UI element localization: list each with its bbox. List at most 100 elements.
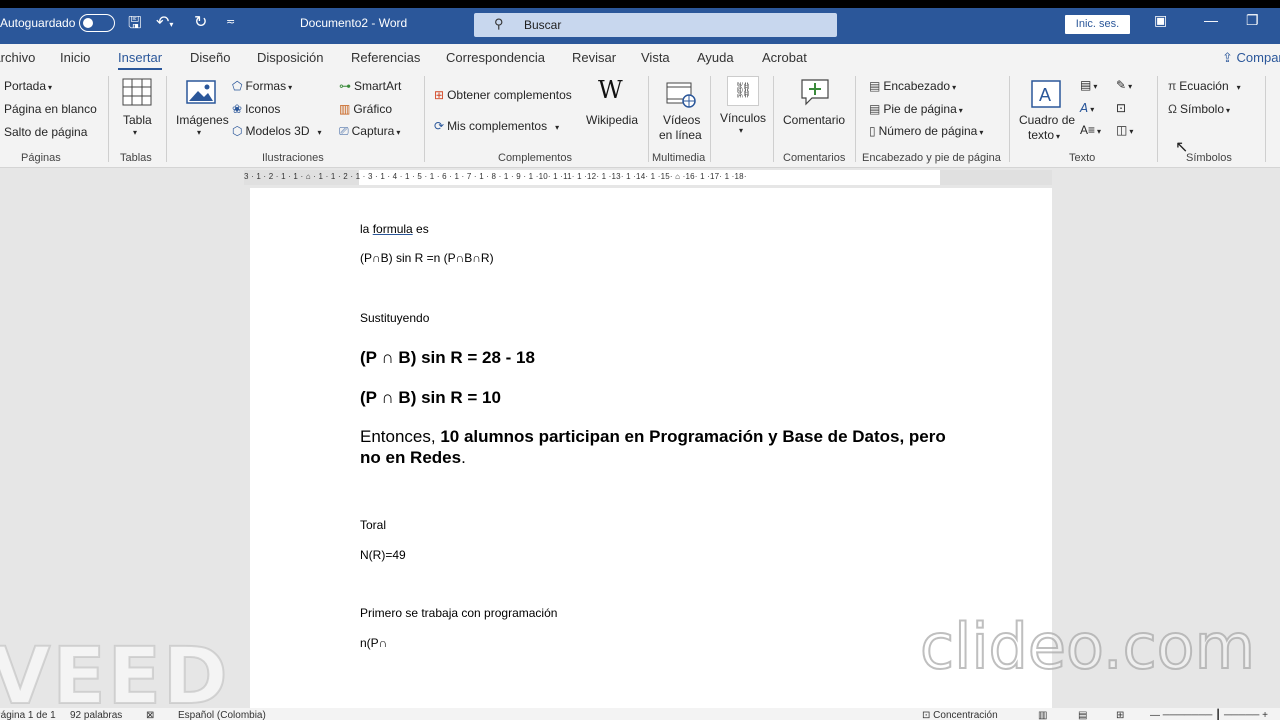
header-icon: ▤ [869,79,881,93]
share-button[interactable]: ⇪ Compartir [1222,50,1280,66]
icons-icon: ❀ [232,102,243,116]
imagenes-caret-icon[interactable]: ▾ [197,128,201,137]
textbox-icon: A [1031,80,1061,108]
tab-disposicion[interactable]: Disposición [257,50,323,65]
svg-text:A: A [1039,85,1051,105]
modelos-3d-button[interactable]: ⬡ Modelos 3D ▾ [232,124,322,138]
group-separator [855,76,856,162]
ribbon-display-icon[interactable]: ▣ [1154,12,1167,29]
customize-qat-icon[interactable]: ≂ [226,15,235,28]
title-bar: Autoguardado 🖫 ↶▾ ↻ ≂ Documento2 - Word … [0,0,1280,44]
tab-vista[interactable]: Vista [641,50,670,65]
salto-de-pagina-button[interactable]: Salto de página [4,125,87,139]
save-icon[interactable]: 🖫 [128,12,142,39]
group-separator [773,76,774,162]
focus-button[interactable]: ⊡ Concentración [922,710,998,720]
doc-line-equation-1[interactable]: (P ∩ B) sin R = 28 - 18 [360,348,535,368]
vinculos-button[interactable]: Vínculos [720,111,766,125]
obtener-label: Obtener complementos [447,88,572,102]
numero-label: Número de página [878,124,978,138]
tab-inicio[interactable]: Inicio [60,50,90,65]
doc-line-formula[interactable]: (P∩B) sin R =n (P∩B∩R) [360,251,494,265]
comment-icon [801,79,829,106]
formas-button[interactable]: ⬠ Formas ▾ [232,79,292,93]
undo-icon[interactable]: ↶▾ [156,12,173,32]
print-layout-icon[interactable]: ▤ [1078,710,1087,720]
tab-revisar[interactable]: Revisar [572,50,616,65]
horizontal-ruler[interactable]: 3 · 1 · 2 · 1 · 1 · ⌂ · 1 · 1 · 2 · 1 · … [244,170,1052,185]
imagenes-button[interactable]: Imágenes [176,113,229,127]
clideo-watermark: clideo.com [919,609,1256,684]
doc-line-primero[interactable]: Primero se trabaja con programación [360,606,557,620]
cuadro-texto-label2: texto [1028,128,1055,142]
modelos3d-label: Modelos 3D [245,124,310,138]
minimize-icon[interactable]: — [1204,12,1218,28]
encabezado-button[interactable]: ▤ Encabezado ▾ [869,79,956,93]
object-icon[interactable]: ◫ ▾ [1116,123,1133,137]
doc-text: la [360,222,373,236]
shapes-icon: ⬠ [232,79,243,93]
videos-button-line2[interactable]: en línea [659,128,702,142]
tab-acrobat[interactable]: Acrobat [762,50,807,65]
doc-paragraph-conclusion[interactable]: Entonces, 10 alumnos participan en Progr… [360,426,960,468]
tab-insertar[interactable]: Insertar [118,50,163,71]
comentario-button[interactable]: Comentario [783,113,845,127]
smartart-button[interactable]: ⊶ SmartArt [339,79,401,93]
encabezado-label: Encabezado [883,79,951,93]
footer-icon: ▤ [869,102,881,116]
tab-referencias[interactable]: Referencias [351,50,420,65]
quick-parts-icon[interactable]: ▤ ▾ [1080,78,1097,92]
redo-icon[interactable]: ↻ [194,12,207,32]
grafico-button[interactable]: ▥ Gráfico [339,102,392,116]
mis-label: Mis complementos [447,119,548,133]
share-label: Compartir [1236,50,1280,65]
doc-line-sustituyendo[interactable]: Sustituyendo [360,311,429,325]
iconos-button[interactable]: ❀ Iconos [232,102,280,116]
tab-correspondencia[interactable]: Correspondencia [446,50,545,65]
date-time-icon[interactable]: ⊡ [1116,101,1126,115]
doc-line-equation-2[interactable]: (P ∩ B) sin R = 10 [360,388,501,408]
doc-text: . [461,448,466,467]
signature-line-icon[interactable]: ✎ ▾ [1116,78,1132,92]
top-strip [0,0,1280,8]
doc-line-nr[interactable]: N(R)=49 [360,548,406,562]
tabla-caret-icon[interactable]: ▾ [133,128,137,137]
tab-ayuda[interactable]: Ayuda [697,50,734,65]
read-mode-icon[interactable]: ▥ [1038,710,1047,720]
autosave-toggle[interactable] [79,14,115,32]
doc-line-formula-intro[interactable]: la formula es [360,222,429,236]
group-separator [108,76,109,162]
doc-line-partial[interactable]: n(P∩ [360,636,387,650]
ecuacion-button[interactable]: π Ecuación ▾ [1168,79,1241,93]
simbolo-button[interactable]: Ω Símbolo ▾ [1168,102,1230,116]
mis-complementos-button[interactable]: ⟳ Mis complementos ▾ [434,119,559,133]
pie-de-pagina-button[interactable]: ▤ Pie de página ▾ [869,102,963,116]
restore-icon[interactable]: ❐ [1246,12,1259,29]
iconos-label: Iconos [245,102,281,116]
tab-archivo[interactable]: Archivo [0,50,35,65]
numero-de-pagina-button[interactable]: ▯ Número de página ▾ [869,124,983,138]
web-layout-icon[interactable]: ⊞ [1116,710,1124,720]
word-window: Autoguardado 🖫 ↶▾ ↻ ≂ Documento2 - Word … [0,0,1280,720]
tab-diseno[interactable]: Diseño [190,50,230,65]
portada-button[interactable]: Portada ▾ [4,79,52,93]
obtener-complementos-button[interactable]: ⊞ Obtener complementos [434,88,572,102]
images-icon [186,80,216,104]
pagina-en-blanco-button[interactable]: Página en blanco [4,102,97,116]
vinculos-caret-icon[interactable]: ▾ [739,126,743,135]
captura-button[interactable]: ⎚ Captura ▾ [339,124,400,139]
signin-button[interactable]: Inic. ses. [1065,15,1130,34]
formas-label: Formas [245,79,287,93]
cuadro-texto-line2[interactable]: texto ▾ [1028,128,1060,142]
tabla-button[interactable]: Tabla [123,113,152,127]
drop-cap-icon[interactable]: A≡ ▾ [1080,123,1101,137]
search-box[interactable]: ⚲ Buscar [474,13,837,37]
zoom-slider[interactable]: — ─────── ┃ ───── + [1150,710,1268,720]
doc-line-toral[interactable]: Toral [360,518,386,532]
wikipedia-button[interactable]: Wikipedia [586,113,638,127]
wordart-icon[interactable]: 𝘈 ▾ [1080,101,1094,115]
table-icon [122,78,152,106]
videos-button-line1[interactable]: Vídeos [663,113,700,127]
cuadro-texto-line1[interactable]: Cuadro de [1019,113,1075,127]
veed-watermark: VEED [0,631,230,720]
